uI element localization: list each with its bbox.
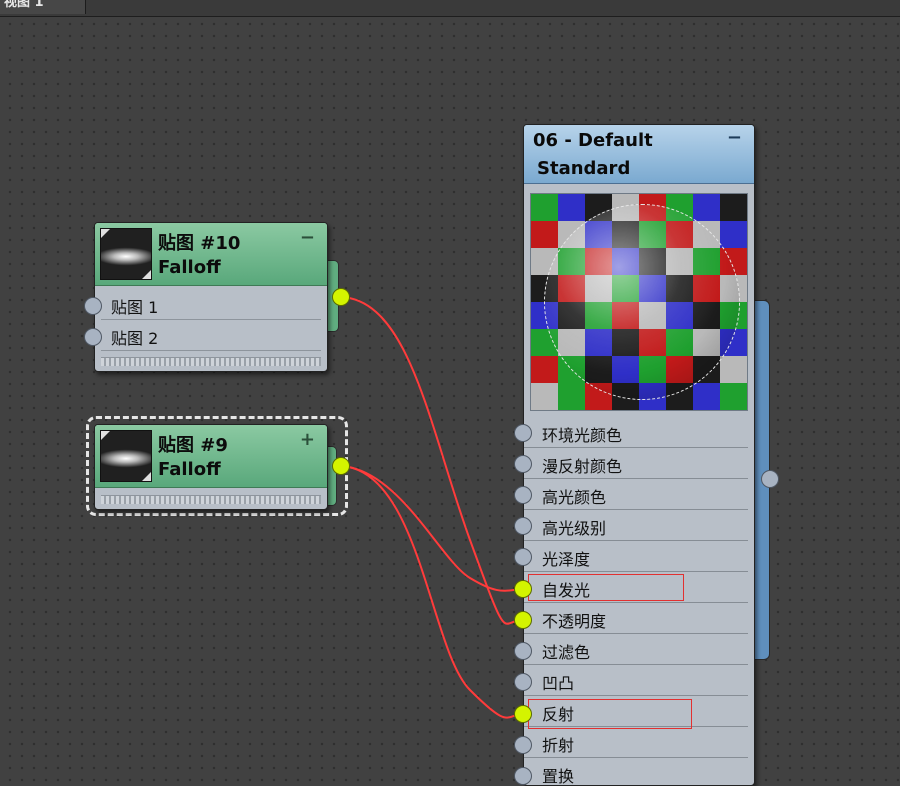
falloff-thumbnail (100, 228, 152, 280)
slot-label: 高光颜色 (542, 488, 607, 507)
slot-row[interactable]: 漫反射颜色 (524, 448, 748, 479)
slot-label: 贴图 1 (111, 298, 159, 317)
slot-row[interactable]: 不透明度 (524, 603, 748, 634)
input-port-specular-color[interactable] (514, 486, 532, 504)
material-type: Standard (537, 158, 631, 179)
input-port-displacement[interactable] (514, 767, 532, 785)
slot-label: 漫反射颜色 (542, 457, 623, 476)
input-port-specular-level[interactable] (514, 517, 532, 535)
node-map-10-type: Falloff (158, 257, 221, 278)
slot-label: 折射 (542, 736, 575, 755)
collapse-button[interactable]: − (300, 227, 315, 248)
slot-row[interactable]: 光泽度 (524, 541, 748, 572)
slot-row[interactable]: 高光级别 (524, 510, 748, 541)
material-body[interactable]: 06 - Default Standard − 环境光颜色 漫反射颜色 高光颜色… (523, 124, 755, 786)
falloff-thumbnail (100, 430, 152, 482)
slot-row[interactable]: 环境光颜色 (524, 417, 748, 448)
slot-row[interactable]: 折射 (524, 727, 748, 758)
input-port-map-1[interactable] (84, 297, 102, 315)
slot-row[interactable]: 贴图 2 (101, 321, 321, 351)
input-port-glossiness[interactable] (514, 548, 532, 566)
slot-row[interactable]: 贴图 1 (101, 290, 321, 320)
slot-label: 置换 (542, 767, 575, 786)
wire-map9-to-self-illumination[interactable] (340, 465, 524, 592)
node-map-9-type: Falloff (158, 459, 221, 480)
input-port-ambient-color[interactable] (514, 424, 532, 442)
slot-row[interactable]: 高光颜色 (524, 479, 748, 510)
material-title: 06 - Default (533, 130, 653, 151)
node-map-10-header[interactable]: 贴图 #10 Falloff − (95, 223, 327, 286)
slot-row[interactable]: 凹凸 (524, 665, 748, 696)
input-port-map-2[interactable] (84, 328, 102, 346)
wire-map9-to-reflection[interactable] (340, 465, 524, 719)
expand-button[interactable]: + (300, 429, 315, 450)
preview-sphere (544, 204, 740, 400)
material-header[interactable]: 06 - Default Standard − (524, 125, 754, 184)
input-port-diffuse-color[interactable] (514, 455, 532, 473)
node-map-9-body[interactable]: 贴图 #9 Falloff + (94, 424, 328, 510)
input-port-filter-color[interactable] (514, 642, 532, 660)
output-port-map-9[interactable] (332, 457, 350, 475)
highlight-reflection (528, 699, 692, 729)
resize-grip[interactable] (101, 357, 321, 366)
slot-label: 光泽度 (542, 550, 591, 569)
material-preview[interactable] (530, 193, 748, 411)
node-map-9-header[interactable]: 贴图 #9 Falloff + (95, 425, 327, 488)
input-port-refraction[interactable] (514, 736, 532, 754)
node-map-9-title: 贴图 #9 (158, 435, 228, 456)
collapse-button[interactable]: − (727, 127, 742, 148)
resize-grip[interactable] (101, 495, 321, 504)
node-map-10-body[interactable]: 贴图 #10 Falloff − 贴图 1 贴图 2 (94, 222, 328, 372)
slot-label: 高光级别 (542, 519, 607, 538)
input-port-bump[interactable] (514, 673, 532, 691)
node-map-10-title: 贴图 #10 (158, 233, 241, 254)
input-port-self-illumination[interactable] (514, 580, 532, 598)
highlight-self-illumination (528, 574, 684, 601)
input-port-reflection[interactable] (514, 705, 532, 723)
output-port-material[interactable] (761, 470, 779, 488)
slot-label: 贴图 2 (111, 329, 159, 348)
wire-map10-to-opacity[interactable] (340, 296, 524, 625)
slot-label: 凹凸 (542, 674, 575, 693)
slot-row[interactable]: 过滤色 (524, 634, 748, 665)
slot-label: 环境光颜色 (542, 426, 623, 445)
slot-label: 过滤色 (542, 643, 591, 662)
output-port-map-10[interactable] (332, 288, 350, 306)
slot-row[interactable]: 置换 (524, 758, 748, 786)
input-port-opacity[interactable] (514, 611, 532, 629)
slot-label: 不透明度 (542, 612, 607, 631)
